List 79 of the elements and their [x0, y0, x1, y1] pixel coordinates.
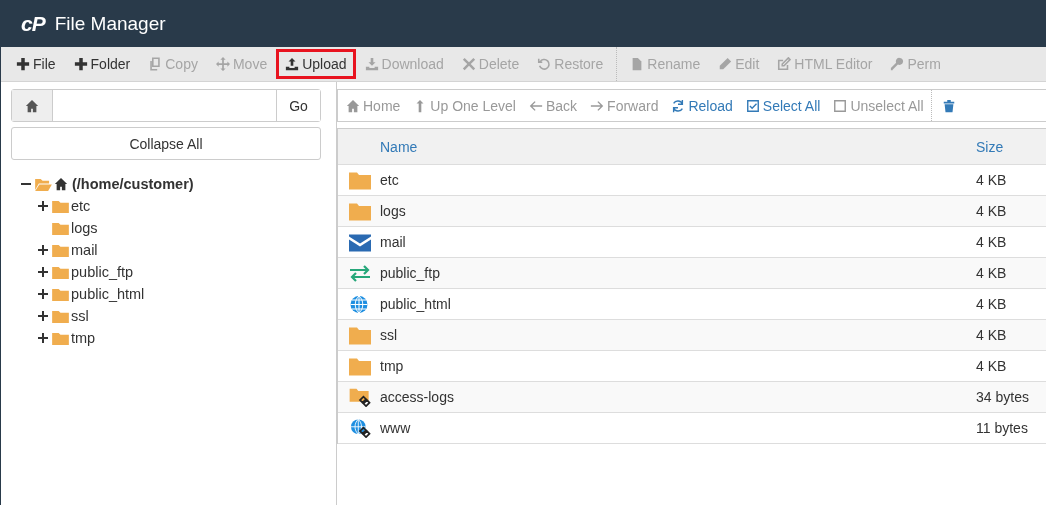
tree-item[interactable]: public_html	[71, 286, 145, 302]
nav-button[interactable]: Reload	[671, 97, 733, 114]
plus-icon	[73, 57, 88, 71]
file-name[interactable]: www	[380, 420, 976, 436]
file-size: 4 KB	[976, 265, 1008, 281]
nav-button[interactable]: Select All	[745, 97, 821, 114]
copy-icon	[148, 57, 163, 71]
tree-item[interactable]: public_ftp	[71, 264, 134, 280]
file-size: 4 KB	[976, 327, 1008, 343]
folder-icon	[52, 265, 69, 279]
home-icon	[54, 177, 68, 191]
folder-icon	[349, 356, 371, 376]
tree-item[interactable]: mail	[71, 242, 98, 258]
folder-link-icon	[349, 387, 371, 407]
toolbar-button[interactable]: File	[7, 49, 65, 79]
file-name[interactable]: mail	[380, 234, 976, 250]
folder-icon	[52, 309, 69, 323]
file-size: 4 KB	[976, 203, 1008, 219]
tree-item[interactable]: etc	[71, 198, 91, 214]
file-size: 4 KB	[976, 296, 1008, 312]
globe-icon	[349, 294, 371, 314]
refresh-icon	[671, 98, 686, 113]
folder-icon	[52, 287, 69, 301]
file-size: 4 KB	[976, 234, 1008, 250]
plus-icon[interactable]	[38, 289, 48, 299]
pencil-icon	[718, 57, 733, 71]
toolbar-button[interactable]: Folder	[64, 49, 140, 79]
home-icon	[346, 98, 360, 113]
file-name[interactable]: ssl	[380, 327, 976, 343]
tree-item[interactable]: ssl	[71, 308, 89, 324]
tree-item[interactable]: (/home/customer)	[72, 176, 194, 192]
folder-icon	[52, 331, 69, 345]
logo: cP	[21, 11, 45, 36]
edit-icon	[777, 57, 792, 71]
file-name[interactable]: access-logs	[380, 389, 976, 405]
tree-item[interactable]: tmp	[71, 330, 96, 346]
close-icon	[461, 57, 476, 71]
plus-icon[interactable]	[38, 267, 48, 277]
file-name[interactable]: logs	[380, 203, 976, 219]
file-name[interactable]: etc	[380, 172, 976, 188]
empty-box-icon	[833, 98, 848, 113]
file-name[interactable]: tmp	[380, 358, 976, 374]
transfer-icon	[349, 263, 371, 283]
collapse-all-button[interactable]: Collapse All	[11, 127, 321, 160]
plus-icon[interactable]	[38, 201, 48, 211]
plus-icon	[16, 57, 30, 71]
file-size: 4 KB	[976, 358, 1008, 374]
left-arrow-icon	[528, 98, 543, 113]
nav-button[interactable]	[941, 98, 956, 113]
app-title: File Manager	[54, 12, 166, 35]
folder-icon	[349, 325, 371, 345]
trash-icon	[941, 98, 956, 113]
download-icon	[364, 57, 379, 71]
folder-icon	[349, 201, 371, 221]
file-size: 34 bytes	[976, 389, 1030, 405]
upload-icon	[285, 57, 300, 71]
column-header[interactable]: Size	[976, 138, 1046, 155]
plus-icon[interactable]	[38, 333, 48, 343]
file-size: 11 bytes	[976, 420, 1029, 436]
checked-box-icon	[745, 98, 760, 113]
open-folder-icon	[35, 177, 52, 191]
tree-item[interactable]: logs	[71, 220, 98, 236]
toolbar-button[interactable]: Upload	[276, 49, 356, 79]
plus-icon[interactable]	[38, 311, 48, 321]
file-name[interactable]: public_ftp	[380, 265, 976, 281]
plus-icon[interactable]	[38, 245, 48, 255]
envelope-icon	[349, 232, 371, 252]
folder-icon	[349, 170, 371, 190]
move-icon	[215, 57, 230, 71]
folder-icon	[52, 199, 69, 213]
column-header[interactable]: Name	[380, 138, 976, 155]
globe-link-icon	[349, 418, 371, 438]
file-size: 4 KB	[976, 172, 1008, 188]
right-arrow-icon	[590, 98, 605, 113]
folder-icon	[52, 221, 69, 235]
folder-icon	[52, 243, 69, 257]
file-name[interactable]: public_html	[380, 296, 976, 312]
undo-icon	[537, 57, 552, 71]
key-icon	[890, 57, 905, 71]
